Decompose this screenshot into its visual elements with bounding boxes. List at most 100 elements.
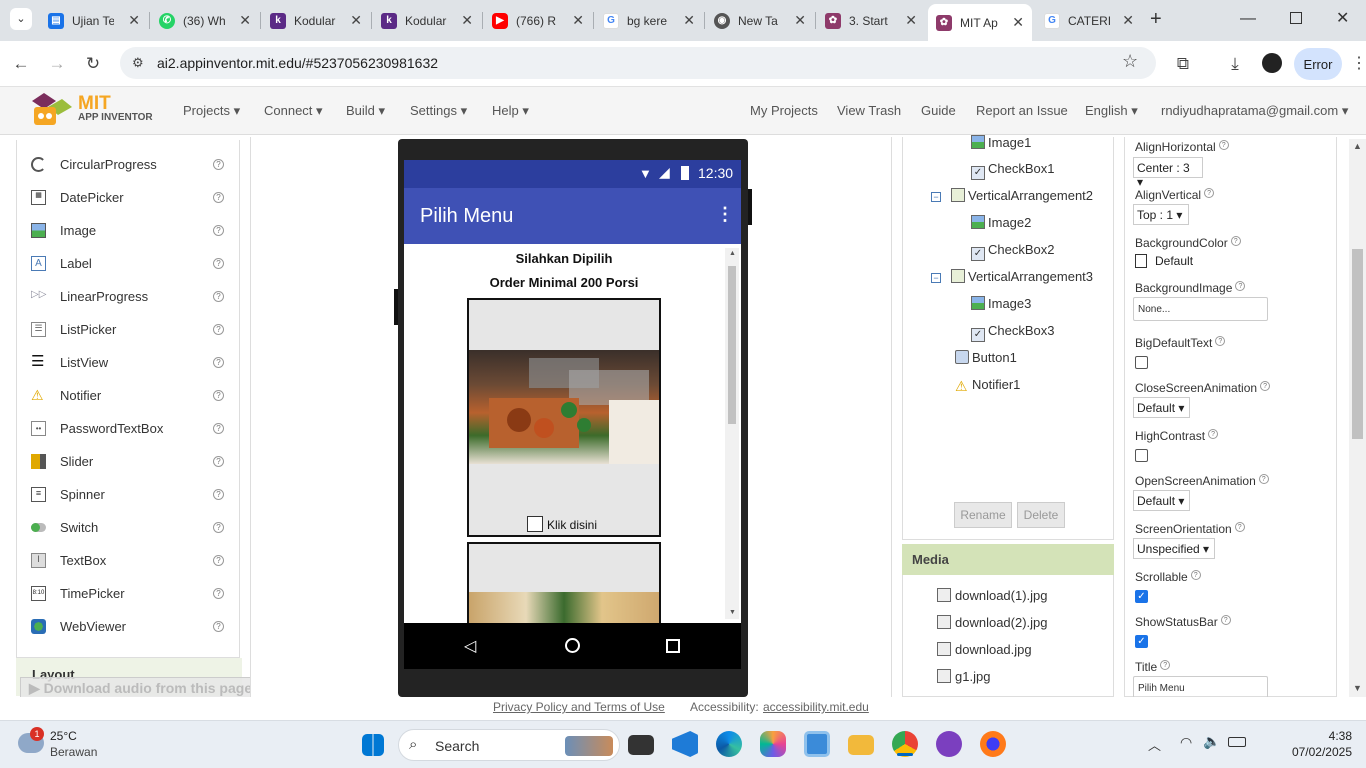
control-panel-icon[interactable] xyxy=(804,731,830,757)
profile-error-button[interactable]: Error xyxy=(1294,48,1342,80)
menu-projects[interactable]: Projects ▾ xyxy=(183,103,240,119)
mit-logo-icon[interactable] xyxy=(28,91,72,131)
highcontrast-checkbox[interactable] xyxy=(1135,449,1148,462)
palette-item-datepicker[interactable]: ▦ DatePicker? xyxy=(17,181,241,214)
palette-item-timepicker[interactable]: 8:10 TimePicker? xyxy=(17,577,241,610)
help-icon[interactable]: ? xyxy=(213,390,224,401)
copilot-icon[interactable] xyxy=(760,731,786,757)
nav-recents-icon[interactable] xyxy=(666,639,680,653)
palette-item-circularprogress[interactable]: CircularProgress? xyxy=(17,148,241,181)
chevron-up-icon[interactable]: ︿ xyxy=(1148,735,1161,754)
close-icon[interactable]: ✕ xyxy=(794,12,806,29)
palette-item-slider[interactable]: Slider? xyxy=(17,445,241,478)
catering-food-image[interactable] xyxy=(469,350,659,464)
address-bar[interactable]: ⚙ ai2.appinventor.mit.edu/#5237056230981… xyxy=(120,47,1156,79)
close-icon[interactable]: ✕ xyxy=(572,12,584,29)
help-icon[interactable]: ? xyxy=(213,192,224,203)
scrollable-checkbox[interactable]: ✓ xyxy=(1135,590,1148,603)
tree-node-image3[interactable]: Image3 xyxy=(971,296,1031,311)
vertical-arrangement-1[interactable]: Klik disini xyxy=(467,298,661,537)
tree-node-checkbox3[interactable]: ✓ CheckBox3 xyxy=(971,323,1054,342)
alignvertical-select[interactable]: Top : 1 ▾ xyxy=(1133,204,1189,225)
extensions-icon[interactable]: ⧉ xyxy=(1170,51,1196,77)
palette-item-listpicker[interactable]: ☰ ListPicker? xyxy=(17,313,241,346)
palette-item-textbox[interactable]: I TextBox? xyxy=(17,544,241,577)
browser-tab[interactable]: ✆ (36) Wh ✕ xyxy=(151,6,259,35)
closescreenanimation-select[interactable]: Default ▾ xyxy=(1133,397,1190,418)
menu-connect[interactable]: Connect ▾ xyxy=(264,103,323,119)
edge-icon[interactable] xyxy=(716,731,742,757)
maximize-icon[interactable] xyxy=(1290,12,1302,24)
media-file[interactable]: g1.jpg xyxy=(937,669,990,684)
chrome-menu-icon[interactable]: ⋮ xyxy=(1351,53,1366,73)
accessibility-link[interactable]: accessibility.mit.edu xyxy=(763,700,869,714)
palette-item-image[interactable]: Image? xyxy=(17,214,241,247)
tree-node-verticalarrangement3[interactable]: − VerticalArrangement3 xyxy=(931,269,1093,284)
backgroundcolor-value[interactable]: Default xyxy=(1155,254,1193,268)
site-info-icon[interactable]: ⚙ xyxy=(132,55,144,71)
media-file[interactable]: download(1).jpg xyxy=(937,588,1048,603)
palette-item-passwordtextbox[interactable]: •• PasswordTextBox? xyxy=(17,412,241,445)
back-icon[interactable]: ← xyxy=(8,51,34,77)
firefox-icon[interactable] xyxy=(980,731,1006,757)
menu-help[interactable]: Help ▾ xyxy=(492,103,529,119)
help-icon[interactable]: ? xyxy=(213,159,224,170)
link-view-trash[interactable]: View Trash xyxy=(837,103,901,118)
task-view-icon[interactable] xyxy=(628,735,654,755)
help-icon[interactable]: ? xyxy=(213,522,224,533)
help-icon[interactable]: ? xyxy=(213,456,224,467)
help-icon[interactable]: ? xyxy=(213,588,224,599)
rename-button[interactable]: Rename xyxy=(954,502,1012,528)
browser-tab[interactable]: G CATERI ✕ xyxy=(1036,6,1142,35)
tree-node-checkbox2[interactable]: ✓ CheckBox2 xyxy=(971,242,1054,261)
help-icon[interactable]: ? xyxy=(213,621,224,632)
properties-scrollbar[interactable]: ▲ ▼ xyxy=(1349,139,1366,697)
menu-settings[interactable]: Settings ▾ xyxy=(410,103,467,119)
help-icon[interactable]: ? xyxy=(213,489,224,500)
minimize-icon[interactable]: — xyxy=(1240,10,1256,28)
link-my-projects[interactable]: My Projects xyxy=(750,103,818,118)
browser-tab[interactable]: k Kodular ✕ xyxy=(262,6,370,35)
help-icon[interactable]: ? xyxy=(213,423,224,434)
taskbar-search[interactable]: ⌕ Search xyxy=(398,729,620,761)
tree-node-button1[interactable]: Button1 xyxy=(955,350,1017,365)
help-icon[interactable]: ? xyxy=(213,258,224,269)
tab-search-icon[interactable]: ⌄ xyxy=(10,8,32,30)
palette-item-linearprogress[interactable]: ▷▷ LinearProgress? xyxy=(17,280,241,313)
palette-item-spinner[interactable]: ≡ Spinner? xyxy=(17,478,241,511)
link-guide[interactable]: Guide xyxy=(921,103,956,118)
privacy-link[interactable]: Privacy Policy and Terms of Use xyxy=(493,700,665,714)
color-swatch[interactable] xyxy=(1135,254,1147,268)
bigdefaulttext-checkbox[interactable] xyxy=(1135,356,1148,369)
overflow-menu-icon[interactable]: ⋮ xyxy=(716,204,734,225)
nav-home-icon[interactable] xyxy=(565,638,580,653)
collapse-icon[interactable]: − xyxy=(931,273,941,283)
weather-temp[interactable]: 25°C xyxy=(50,729,77,743)
help-icon[interactable]: ? xyxy=(213,225,224,236)
new-tab-icon[interactable]: + xyxy=(1150,8,1162,31)
menu-account[interactable]: rndiyudhapratama@gmail.com ▾ xyxy=(1161,103,1348,119)
tree-node-checkbox1[interactable]: ✓ CheckBox1 xyxy=(971,161,1054,180)
volume-icon[interactable]: 🔈 xyxy=(1203,733,1220,750)
tree-node-image2[interactable]: Image2 xyxy=(971,215,1031,230)
showstatusbar-checkbox[interactable]: ✓ xyxy=(1135,635,1148,648)
collapse-icon[interactable]: − xyxy=(931,192,941,202)
file-explorer-icon[interactable] xyxy=(848,735,874,755)
close-icon[interactable]: ✕ xyxy=(128,12,140,29)
palette-item-label[interactable]: A Label? xyxy=(17,247,241,280)
media-file[interactable]: download(2).jpg xyxy=(937,615,1048,630)
battery-tray-icon[interactable] xyxy=(1228,737,1246,747)
url-text[interactable]: ai2.appinventor.mit.edu/#523705623098163… xyxy=(157,55,438,71)
checkbox-1[interactable] xyxy=(527,516,543,532)
browser-tab[interactable]: ◉ New Ta ✕ xyxy=(706,6,814,35)
close-icon[interactable]: ✕ xyxy=(239,12,251,29)
help-icon[interactable]: ? xyxy=(213,291,224,302)
bookmark-star-icon[interactable]: ☆ xyxy=(1122,51,1138,72)
window-close-icon[interactable]: ✕ xyxy=(1336,8,1349,28)
windows-start-icon[interactable] xyxy=(362,734,384,756)
browser-tab[interactable]: k Kodular ✕ xyxy=(373,6,481,35)
close-icon[interactable]: ✕ xyxy=(461,12,473,29)
link-report-issue[interactable]: Report an Issue xyxy=(976,103,1068,118)
menu-language[interactable]: English ▾ xyxy=(1085,103,1138,119)
screenorientation-select[interactable]: Unspecified ▾ xyxy=(1133,538,1215,559)
